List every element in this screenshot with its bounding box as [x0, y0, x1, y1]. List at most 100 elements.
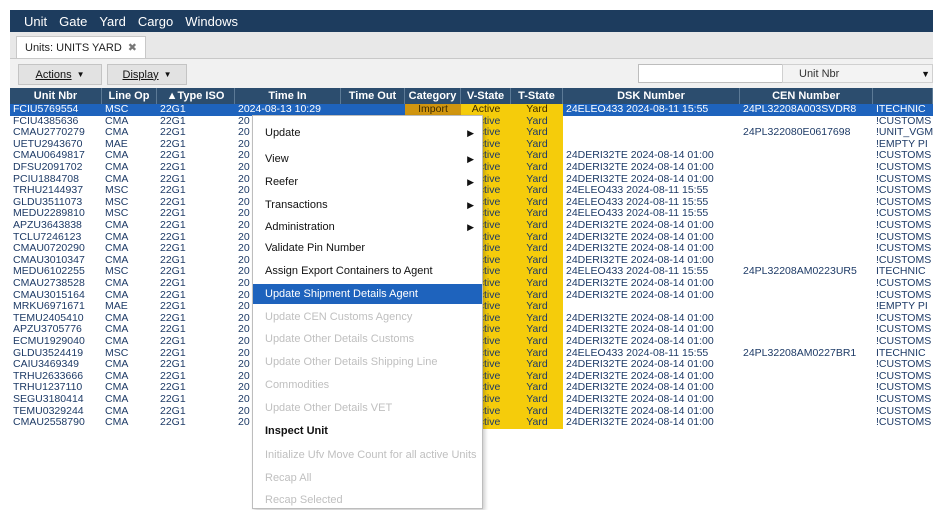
col-unit-nbr[interactable]: Unit Nbr — [10, 88, 102, 104]
col-dsk-number[interactable]: DSK Number — [563, 88, 740, 104]
cell-cen — [740, 313, 873, 325]
menu-item-update-cen-customs-agency: Update CEN Customs Agency — [253, 307, 482, 327]
cell-op: CMA — [105, 324, 129, 336]
cell-dsk: 24DERI32TE 2024-08-14 01:00 — [563, 336, 740, 348]
menu-item-label: Commodities — [265, 379, 330, 391]
cell-dsk — [563, 115, 740, 128]
cell-unit: TRHU2633666 — [13, 370, 84, 382]
cell-iso: 22G1 — [160, 243, 186, 255]
menu-windows[interactable]: Windows — [185, 14, 238, 29]
cell-tout — [341, 104, 405, 116]
display-label: Display — [122, 68, 159, 81]
cell-unit: CAIU3469349 — [13, 359, 79, 371]
menu-bar: Unit Gate Yard Cargo Windows — [10, 10, 933, 32]
cell-last: !CUSTOMS — [876, 324, 932, 336]
menu-item-label: Validate Pin Number — [265, 242, 366, 254]
cell-iso: 22G1 — [160, 127, 186, 139]
col-v-state[interactable]: V-State — [461, 88, 511, 104]
menu-item-administration[interactable]: Administration ▶ — [253, 217, 482, 237]
close-icon[interactable]: ✖ — [128, 41, 137, 54]
cell-ts: Yard — [511, 115, 563, 128]
cell-unit: UETU2943670 — [13, 138, 83, 150]
display-button[interactable]: Display ▼ — [107, 64, 187, 85]
cell-op: CMA — [105, 336, 129, 347]
tab-label: Units: UNITS YARD — [25, 41, 122, 54]
menu-item-transactions[interactable]: Transactions ▶ — [253, 195, 482, 215]
cell-ts: Yard — [511, 336, 563, 348]
col-extra[interactable] — [873, 88, 933, 104]
col-time-out[interactable]: Time Out — [341, 88, 405, 104]
menu-gate[interactable]: Gate — [59, 14, 87, 29]
cell-dsk: 24DERI32TE 2024-08-14 01:00 — [563, 150, 740, 162]
cell-cen — [740, 255, 873, 267]
cell-iso: 22G1 — [160, 208, 186, 220]
cell-dsk: 24DERI32TE 2024-08-14 01:00 — [563, 359, 740, 371]
cell-cen — [740, 150, 873, 162]
cell-dsk: 24DERI32TE 2024-08-14 01:00 — [563, 382, 740, 394]
menu-item-label: Inspect Unit — [265, 425, 328, 437]
submenu-arrow-icon: ▶ — [467, 127, 474, 138]
cell-ts: Yard — [511, 150, 563, 162]
cell-cen — [740, 139, 873, 151]
cell-ts: Yard — [511, 162, 563, 174]
toolbar: Actions ▼ Display ▼ Unit Nbr ▼ — [10, 59, 933, 88]
table-row[interactable]: FCIU5769554 MSC 22G1 2024-08-13 10:29 Import… — [10, 104, 933, 116]
cell-dsk: 24DERI32TE 2024-08-14 01:00 — [563, 278, 740, 290]
menu-item-view[interactable]: View ▶ — [253, 149, 482, 169]
menu-cargo[interactable]: Cargo — [138, 14, 173, 29]
actions-button[interactable]: Actions ▼ — [18, 64, 102, 85]
cell-last: !CUSTOMS — [876, 162, 932, 173]
menu-item-label: Recap All — [265, 472, 312, 484]
cell-cen — [740, 232, 873, 244]
menu-yard[interactable]: Yard — [99, 14, 126, 29]
cell-op: CMA — [105, 359, 129, 371]
cell-ts: Yard — [511, 266, 563, 278]
cell-cen — [740, 324, 873, 336]
cell-iso: 22G1 — [160, 289, 186, 301]
cell-ts: Yard — [511, 289, 563, 302]
cell-iso: 22G1 — [160, 347, 186, 359]
menu-item-label: Update CEN Customs Agency — [265, 311, 413, 323]
cell-iso: 22G1 — [160, 394, 186, 405]
cell-ts: Yard — [511, 382, 563, 394]
cell-unit: GLDU3511073 — [13, 196, 83, 208]
cell-last: !CUSTOMS — [876, 115, 932, 127]
cell-ts: Yard — [511, 185, 563, 197]
cell-unit: CMAU0720290 — [13, 243, 85, 255]
cell-ts: Yard — [511, 370, 563, 383]
col-line-op[interactable]: Line Op — [102, 88, 157, 104]
select-value: Unit Nbr — [799, 67, 840, 80]
cell-op: CMA — [105, 162, 129, 173]
menu-unit[interactable]: Unit — [24, 14, 47, 29]
cell-last: !CUSTOMS — [876, 336, 932, 347]
col-t-state[interactable]: T-State — [511, 88, 563, 104]
cell-op: CMA — [105, 382, 129, 394]
tab-units-yard[interactable]: Units: UNITS YARD ✖ — [16, 36, 146, 58]
cell-unit: PCIU1884708 — [13, 173, 79, 185]
cell-unit: TEMU0329244 — [13, 405, 84, 417]
menu-item-validate-pin-number[interactable]: Validate Pin Number — [253, 238, 482, 258]
menu-item-recap-selected: Recap Selected — [253, 490, 482, 510]
cell-ts: Yard — [511, 301, 563, 313]
col-cen-number[interactable]: CEN Number — [740, 88, 873, 104]
cell-iso: 22G1 — [160, 370, 186, 382]
cell-op: CMA — [105, 312, 129, 324]
col-category[interactable]: Category — [405, 88, 461, 104]
cell-op: MAE — [105, 138, 128, 150]
menu-item-update-shipment-details-agent[interactable]: Update Shipment Details Agent — [253, 284, 482, 304]
cell-unit: FCIU5769554 — [10, 104, 102, 116]
col-time-in[interactable]: Time In — [235, 88, 341, 104]
menu-item-label: Administration — [265, 221, 335, 233]
menu-item-update[interactable]: Update ▶ — [253, 123, 482, 143]
menu-item-assign-export-containers-to-agent[interactable]: Assign Export Containers to Agent — [253, 261, 482, 281]
menu-item-label: Update Shipment Details Agent — [265, 288, 418, 300]
cell-cen — [740, 406, 873, 418]
menu-item-inspect-unit[interactable]: Inspect Unit — [253, 421, 482, 441]
cell-last: !CUSTOMS — [876, 254, 932, 266]
search-field-select[interactable]: Unit Nbr ▼ — [782, 64, 933, 83]
menu-item-reefer[interactable]: Reefer ▶ — [253, 172, 482, 192]
col-type-iso[interactable]: ▲Type ISO — [157, 88, 235, 104]
cell-cen — [740, 116, 873, 128]
search-input[interactable] — [638, 64, 786, 83]
submenu-arrow-icon: ▶ — [467, 199, 474, 210]
